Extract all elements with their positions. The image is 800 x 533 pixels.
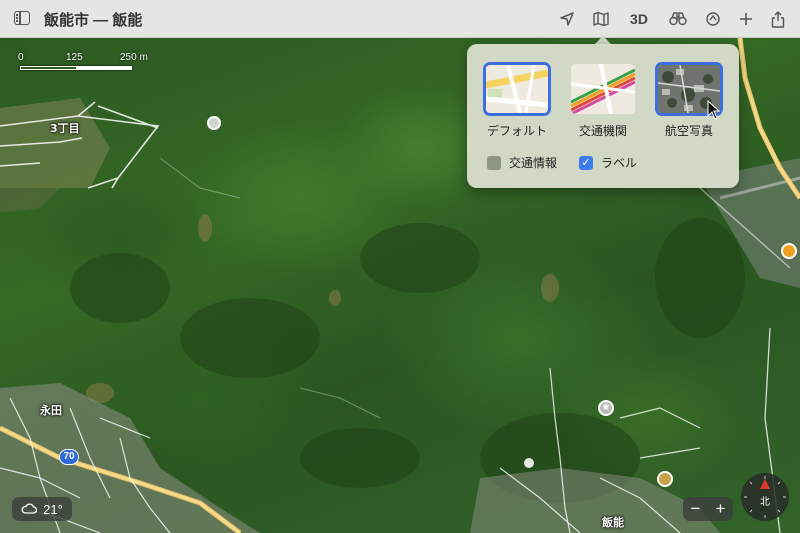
scale-bar	[20, 66, 132, 70]
sidebar-icon[interactable]	[14, 11, 30, 25]
weather-badge[interactable]: 21°	[12, 497, 72, 521]
compass-north-label: 北	[760, 497, 770, 508]
compass-needle	[760, 479, 770, 489]
plus-icon[interactable]	[736, 6, 756, 32]
location-arrow-icon[interactable]	[557, 6, 577, 32]
mouse-cursor-icon	[707, 100, 721, 120]
temperature-text: 21°	[43, 501, 63, 517]
compass[interactable]: 北	[741, 473, 789, 521]
share-icon[interactable]	[768, 6, 788, 32]
default-map-thumbnail	[483, 62, 551, 116]
zoom-out-button[interactable]: −	[691, 499, 701, 519]
traffic-checkbox-row[interactable]: 交通情報	[487, 154, 557, 171]
three-d-button[interactable]: 3D	[626, 6, 652, 32]
scale-label-0: 0	[18, 52, 24, 63]
area-label[interactable]: 永田	[40, 402, 62, 418]
traffic-checkbox-label: 交通情報	[509, 156, 558, 170]
scale-label-125: 125	[66, 52, 83, 63]
map-icon[interactable]	[591, 6, 611, 32]
station-area-label[interactable]: 飯能	[602, 514, 624, 530]
map-style-popover: デフォルト 交通機関 航空写真 交通情報 ✓ ラベル	[467, 44, 739, 188]
labels-checkbox-row[interactable]: ✓ ラベル	[579, 154, 637, 171]
window-title: 飯能市 — 飯能	[44, 12, 143, 29]
map-style-transit-label: 交通機関	[578, 124, 627, 138]
zoom-in-button[interactable]: +	[716, 499, 726, 519]
labels-checkbox-label: ラベル	[601, 156, 638, 170]
transit-map-thumbnail	[569, 62, 637, 116]
cloud-icon	[21, 502, 38, 517]
traffic-checkbox[interactable]	[487, 155, 501, 170]
shopping-poi-icon[interactable]	[781, 243, 797, 259]
map-style-satellite-label: 航空写真	[664, 124, 713, 138]
labels-checkbox[interactable]: ✓	[579, 155, 593, 170]
district-label[interactable]: 3丁目	[50, 120, 80, 136]
rotate-icon[interactable]	[703, 6, 723, 32]
star-poi-icon[interactable]: ★	[598, 400, 614, 416]
map-style-transit[interactable]: 交通機関	[567, 62, 639, 139]
scale-label-250: 250 m	[120, 52, 148, 63]
route-70-badge: 70	[59, 449, 79, 465]
toolbar: 飯能市 — 飯能 3D	[0, 0, 800, 38]
map-style-default-label: デフォルト	[486, 124, 547, 138]
poi-marker[interactable]	[207, 116, 221, 130]
map-style-default[interactable]: デフォルト	[481, 62, 553, 139]
binoculars-icon[interactable]	[668, 6, 688, 32]
zoom-control: − +	[683, 497, 733, 521]
temple-poi-icon[interactable]	[657, 471, 673, 487]
small-poi-marker[interactable]	[524, 458, 534, 468]
